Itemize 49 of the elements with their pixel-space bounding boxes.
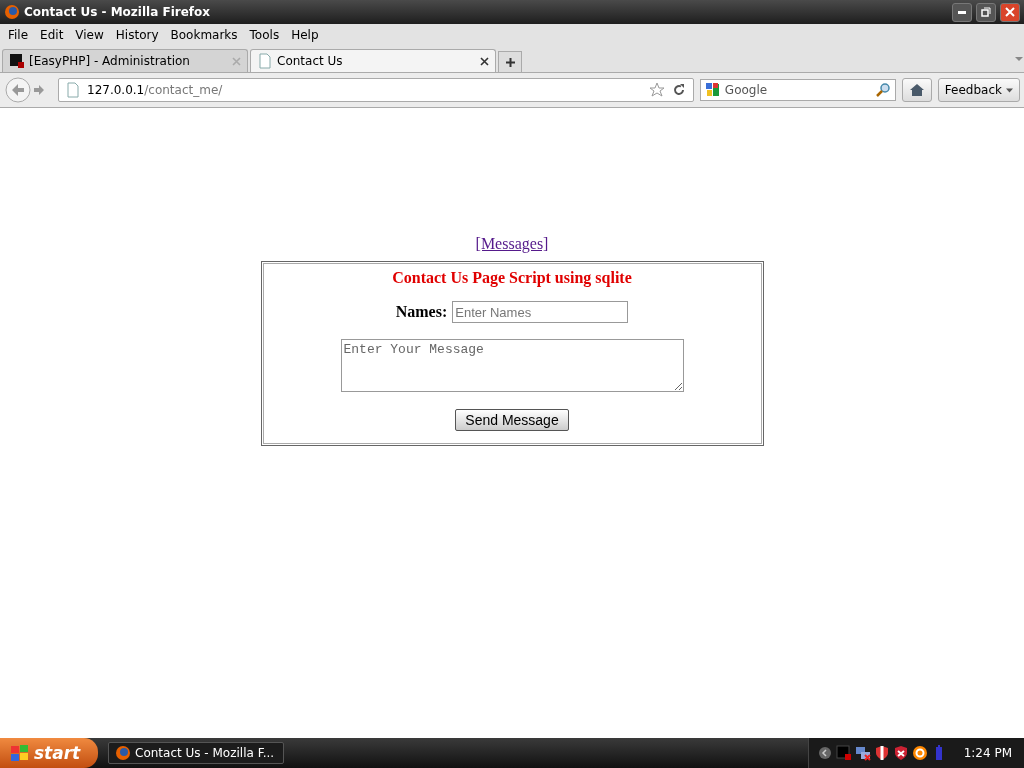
google-icon[interactable] (704, 82, 721, 98)
send-message-button[interactable]: Send Message (455, 409, 569, 431)
browser-tab[interactable]: [EasyPHP] - Administration (2, 49, 248, 72)
taskbar-window-button[interactable]: Contact Us - Mozilla F... (108, 742, 284, 764)
shield-icon[interactable] (873, 745, 890, 761)
firefox-icon (115, 745, 131, 761)
feedback-button[interactable]: Feedback (937, 78, 1020, 102)
network-icon[interactable] (854, 745, 871, 761)
menu-item[interactable]: Edit (34, 28, 70, 42)
form-title: Contact Us Page Script using sqlite (392, 269, 632, 287)
menu-item[interactable]: Bookmarks (164, 28, 244, 42)
easyphp-icon[interactable] (835, 745, 852, 761)
shield-icon[interactable] (892, 745, 909, 761)
minimize-icon (958, 10, 966, 14)
caret-icon (1006, 87, 1013, 93)
menu-item[interactable]: File (2, 28, 35, 42)
messages-link[interactable]: [Messages] (475, 235, 549, 253)
star-icon[interactable] (648, 82, 665, 98)
menu-item[interactable]: History (109, 28, 165, 42)
message-field[interactable]: Enter Your Message (340, 339, 684, 392)
windows-logo-icon (10, 744, 29, 762)
easyphp-icon (9, 53, 25, 69)
restore-icon (981, 7, 991, 17)
menu-item[interactable]: View (69, 28, 110, 42)
tab-list-icon[interactable] (1014, 55, 1024, 63)
new-tab-button[interactable] (498, 51, 522, 72)
close-button[interactable] (1000, 2, 1020, 22)
url-text: 127.0.0.1/contact_me/ (87, 83, 223, 97)
names-label: Names: (395, 303, 448, 321)
firefox-icon (4, 4, 20, 20)
menu-item[interactable]: Help (285, 28, 325, 42)
minimize-button[interactable] (952, 2, 972, 22)
address-bar[interactable]: 127.0.0.1/contact_me/ (58, 78, 694, 102)
search-icon[interactable] (874, 82, 891, 98)
window-title: Contact Us - Mozilla Firefox (24, 5, 212, 19)
menu-item[interactable]: Tools (243, 28, 286, 42)
home-icon (908, 83, 925, 97)
page-icon (257, 53, 273, 69)
clock: 1:24 PM (963, 746, 1012, 760)
close-tab-icon[interactable] (480, 56, 489, 66)
restore-button[interactable] (976, 2, 996, 22)
update-icon[interactable] (911, 745, 928, 761)
plus-icon (504, 56, 516, 68)
close-icon (1005, 7, 1015, 17)
browser-tab[interactable]: Contact Us (250, 49, 496, 72)
names-field[interactable]: Enter Names (452, 301, 629, 323)
home-button[interactable] (901, 78, 932, 102)
search-bar[interactable]: Google (699, 79, 896, 101)
page-icon (65, 82, 81, 98)
